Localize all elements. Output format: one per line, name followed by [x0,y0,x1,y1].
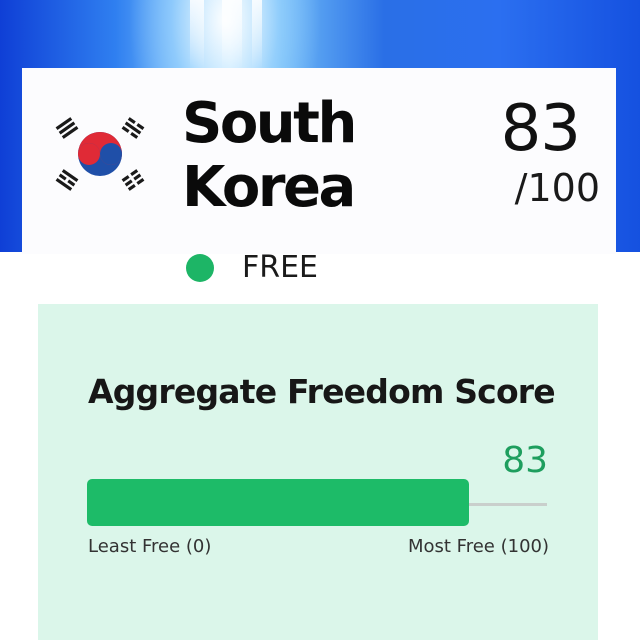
score-bar-fill [87,479,469,526]
country-name-line1: South [182,91,357,156]
south-korea-flag-icon [55,117,145,191]
status-label: FREE [242,250,319,285]
total-score-max: /100 [514,166,600,210]
status-dot-icon [186,254,214,282]
aggregate-score-value: 83 [502,440,548,481]
light-streak [252,0,262,70]
scale-min-label: Least Free (0) [88,536,212,557]
light-streak [190,0,204,70]
light-streak [222,0,242,70]
aggregate-score-title: Aggregate Freedom Score [88,372,556,411]
country-name: South Korea [182,91,357,220]
total-score: 83 [500,92,581,166]
country-name-line2: Korea [182,155,356,220]
scale-max-label: Most Free (100) [407,536,549,557]
